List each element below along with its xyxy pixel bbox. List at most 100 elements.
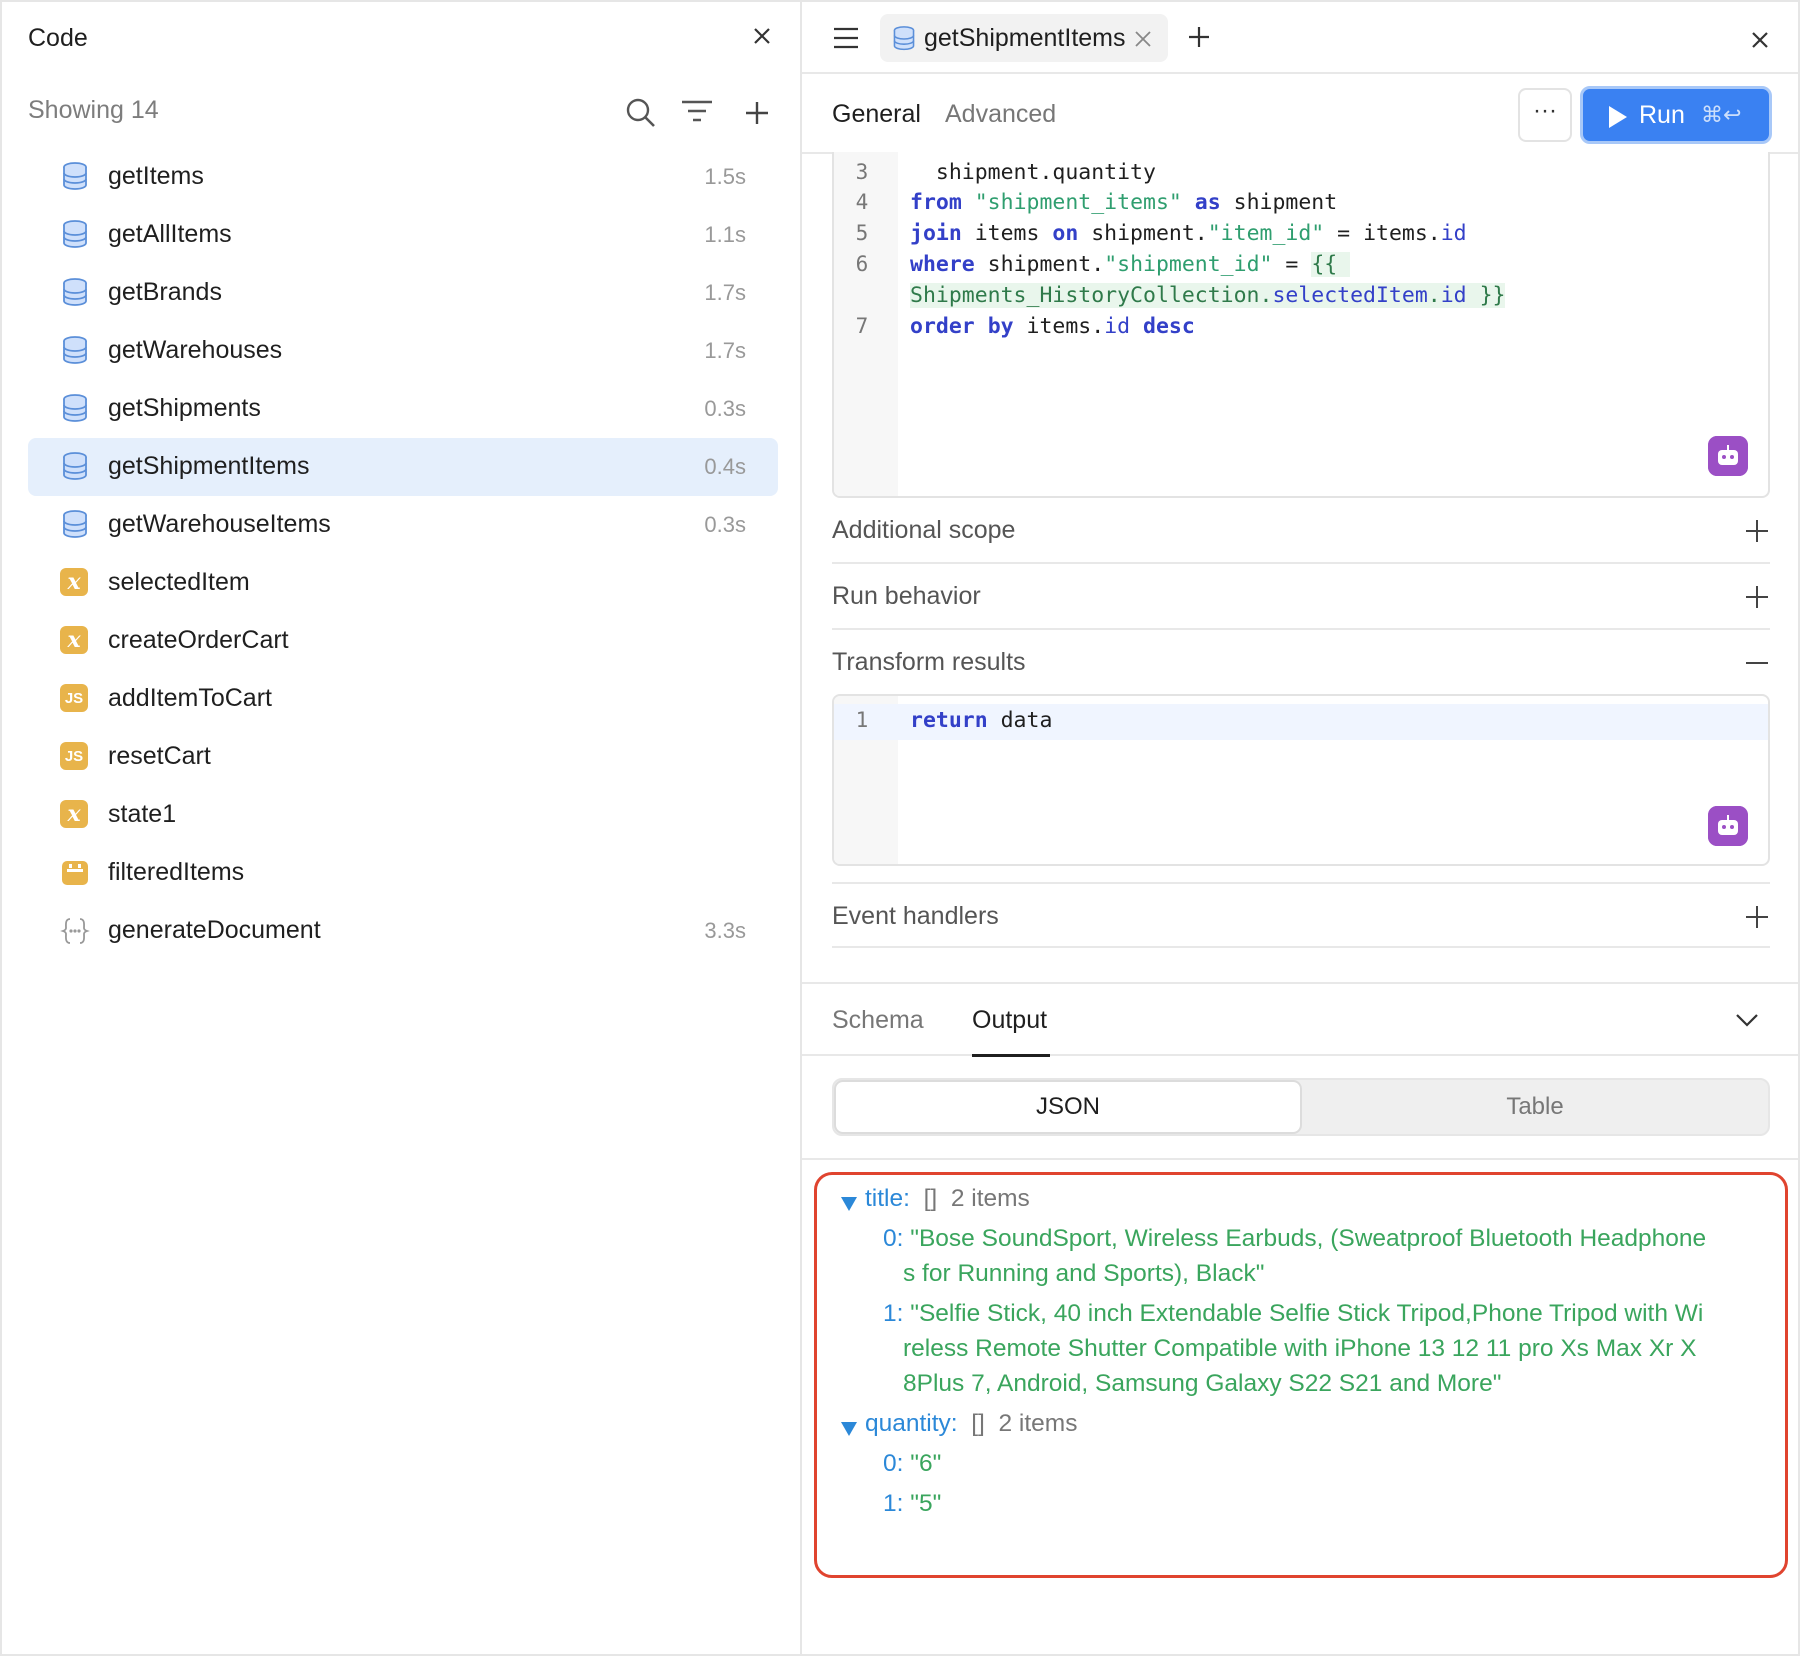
list-item[interactable]: x selectedItem [28, 554, 778, 612]
item-name: generateDocument [108, 916, 321, 944]
list-item[interactable]: filteredItems [28, 844, 778, 902]
close-tab-icon[interactable] [1134, 30, 1152, 48]
section-title: Event handlers [832, 902, 999, 930]
expand-icon[interactable] [1744, 904, 1770, 930]
code-line: join items on shipment."item_id" = items… [910, 221, 1467, 246]
list-item[interactable]: generateDocument 3.3s [28, 902, 778, 960]
output-tabs: Schema Output [802, 982, 1798, 1057]
list-item[interactable]: x state1 [28, 786, 778, 844]
line-number: 7 [855, 314, 869, 338]
tab-getshipmentitems[interactable]: getShipmentItems [880, 14, 1168, 62]
add-tab-icon[interactable] [1186, 24, 1212, 50]
json-count: 2 items [998, 1410, 1078, 1437]
item-runtime: 1.7s [704, 338, 746, 363]
panel-title: Code [28, 24, 88, 52]
item-name: addItemToCart [108, 684, 272, 712]
item-runtime: 3.3s [704, 918, 746, 943]
item-name: getWarehouses [108, 336, 283, 364]
list-item[interactable]: getBrands 1.7s [28, 264, 778, 322]
more-options-button[interactable]: ··· [1518, 88, 1572, 142]
item-name: selectedItem [108, 568, 250, 596]
transform-results-section[interactable]: Transform results [832, 630, 1770, 696]
section-title: Transform results [832, 648, 1026, 676]
collapse-icon[interactable] [1744, 650, 1770, 676]
line-number: 3 [855, 160, 869, 184]
transform-editor[interactable]: 1 return data [832, 694, 1770, 866]
close-icon[interactable] [1746, 26, 1774, 54]
json-count: 2 items [950, 1185, 1030, 1212]
code-line: Shipments_HistoryCollection.selectedItem… [910, 283, 1506, 308]
code-line: shipment.quantity [910, 160, 1156, 185]
tab-schema[interactable]: Schema [832, 1006, 924, 1035]
list-item[interactable]: getWarehouseItems 0.3s [28, 496, 778, 554]
collapse-triangle-icon[interactable] [841, 1197, 857, 1211]
filter-icon[interactable] [680, 96, 714, 130]
database-icon [893, 26, 915, 51]
item-name: getAllItems [108, 220, 232, 248]
chevron-down-icon[interactable] [1734, 1010, 1760, 1030]
ai-assist-icon[interactable] [1708, 436, 1748, 476]
active-tab-indicator [972, 1054, 1050, 1057]
code-item-list: getItems 1.5s getAllItems 1.1s getBrands 1.7s… [28, 148, 778, 960]
expand-icon[interactable] [1744, 518, 1770, 544]
list-item[interactable]: JS addItemToCart [28, 670, 778, 728]
database-icon [63, 162, 87, 190]
ai-assist-icon[interactable] [1708, 806, 1748, 846]
run-behavior-section[interactable]: Run behavior [832, 564, 1770, 630]
json-key-row: title: [] 2 items [865, 1185, 1030, 1213]
variable-icon: x [60, 626, 90, 656]
search-icon[interactable] [624, 96, 658, 130]
list-item[interactable]: getItems 1.5s [28, 148, 778, 206]
item-runtime: 0.3s [704, 396, 746, 421]
json-view-button[interactable]: JSON [834, 1080, 1302, 1134]
code-panel: Code Showing 14 getItems 1.5s getAllItems 1… [0, 0, 802, 1656]
list-item[interactable]: getAllItems 1.1s [28, 206, 778, 264]
menu-icon[interactable] [832, 26, 860, 50]
additional-scope-section[interactable]: Additional scope [832, 498, 1770, 564]
list-item[interactable]: getShipments 0.3s [28, 380, 778, 438]
database-icon [63, 278, 87, 306]
list-item[interactable]: getWarehouses 1.7s [28, 322, 778, 380]
database-icon [63, 394, 87, 422]
json-entry-continued: reless Remote Shutter Compatible with iP… [903, 1335, 1697, 1362]
sql-editor[interactable]: 3 4 5 6 7 shipment.quantity from "shipme… [832, 152, 1770, 498]
view-toggle: JSON Table [832, 1078, 1770, 1136]
database-icon [63, 336, 87, 364]
event-handlers-section[interactable]: Event handlers [832, 882, 1770, 948]
close-icon[interactable] [748, 22, 776, 50]
run-button[interactable]: Run ⌘↩ [1580, 86, 1772, 144]
item-name: createOrderCart [108, 626, 289, 654]
list-item[interactable]: getShipmentItems 0.4s [28, 438, 778, 496]
run-label: Run [1639, 101, 1685, 129]
json-entry: 0: "Bose SoundSport, Wireless Earbuds, (… [883, 1225, 1707, 1252]
tab-output[interactable]: Output [972, 1006, 1047, 1035]
section-title: Additional scope [832, 516, 1016, 544]
expand-icon[interactable] [1744, 584, 1770, 610]
list-item[interactable]: x createOrderCart [28, 612, 778, 670]
query-settings-bar: General Advanced ··· Run ⌘↩ [802, 76, 1798, 154]
item-count: Showing 14 [28, 96, 159, 124]
section-title: Run behavior [832, 582, 981, 610]
json-output: title: [] 2 items 0: "Bose SoundSport, W… [814, 1172, 1788, 1578]
json-key-row: quantity: [] 2 items [865, 1410, 1077, 1438]
item-runtime: 0.3s [704, 512, 746, 537]
workflow-icon [60, 918, 90, 944]
tab-general[interactable]: General [832, 100, 921, 129]
tab-advanced[interactable]: Advanced [945, 100, 1056, 129]
line-number: 5 [855, 221, 869, 245]
database-icon [63, 510, 87, 538]
table-view-button[interactable]: Table [1302, 1080, 1768, 1134]
variable-icon: x [60, 800, 90, 830]
transformer-icon [62, 861, 88, 885]
line-number: 6 [855, 252, 869, 276]
add-icon[interactable] [740, 96, 774, 130]
item-name: state1 [108, 800, 177, 828]
collapse-triangle-icon[interactable] [841, 1422, 857, 1436]
json-bracket: [] [971, 1410, 985, 1437]
javascript-icon: JS [60, 684, 90, 714]
list-item[interactable]: JS resetCart [28, 728, 778, 786]
item-name: getItems [108, 162, 204, 190]
json-key: title: [865, 1185, 910, 1212]
tab-label: getShipmentItems [924, 24, 1126, 52]
item-name: getWarehouseItems [108, 510, 331, 538]
